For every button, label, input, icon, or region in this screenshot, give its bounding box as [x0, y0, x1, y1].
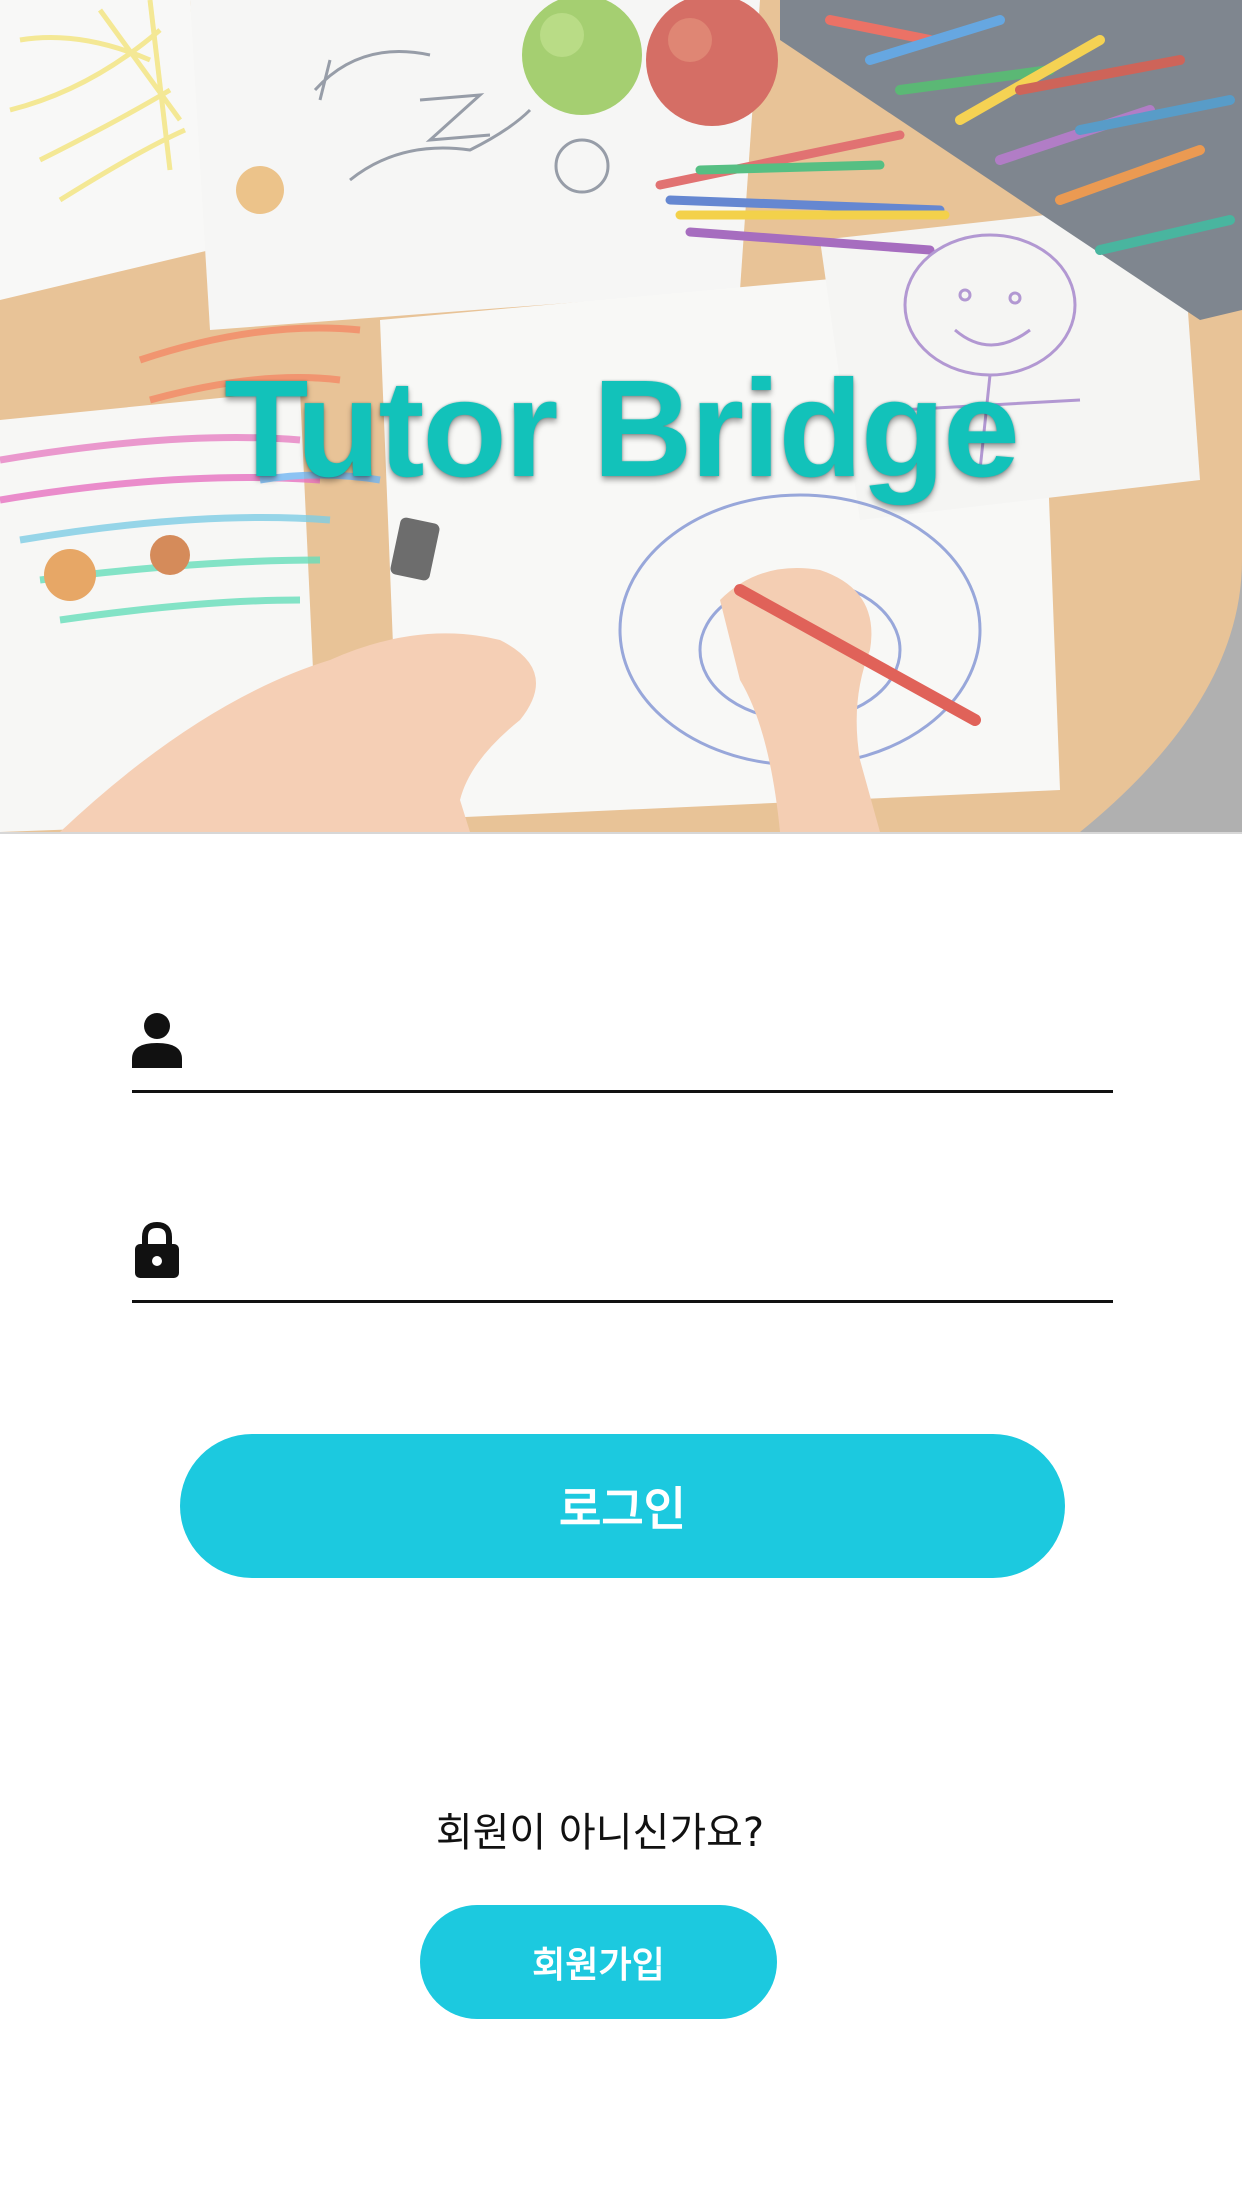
- app-title: Tutor Bridge: [224, 352, 1020, 506]
- signup-button-label: 회원가입: [532, 1945, 665, 1986]
- hero-divider: [0, 832, 1242, 834]
- person-icon: [132, 1013, 182, 1068]
- lock-icon: [135, 1222, 179, 1278]
- login-button[interactable]: 로그인: [180, 1434, 1065, 1578]
- signup-prompt: 회원이 아니신가요?: [435, 1810, 765, 1856]
- username-input[interactable]: [212, 1010, 1113, 1076]
- hero-banner: Tutor Bridge: [0, 0, 1242, 832]
- login-button-label: 로그인: [559, 1482, 686, 1536]
- signup-button[interactable]: 회원가입: [420, 1905, 777, 2019]
- password-field[interactable]: [132, 1210, 1113, 1303]
- username-field[interactable]: [132, 1000, 1113, 1093]
- password-input[interactable]: [212, 1220, 1113, 1286]
